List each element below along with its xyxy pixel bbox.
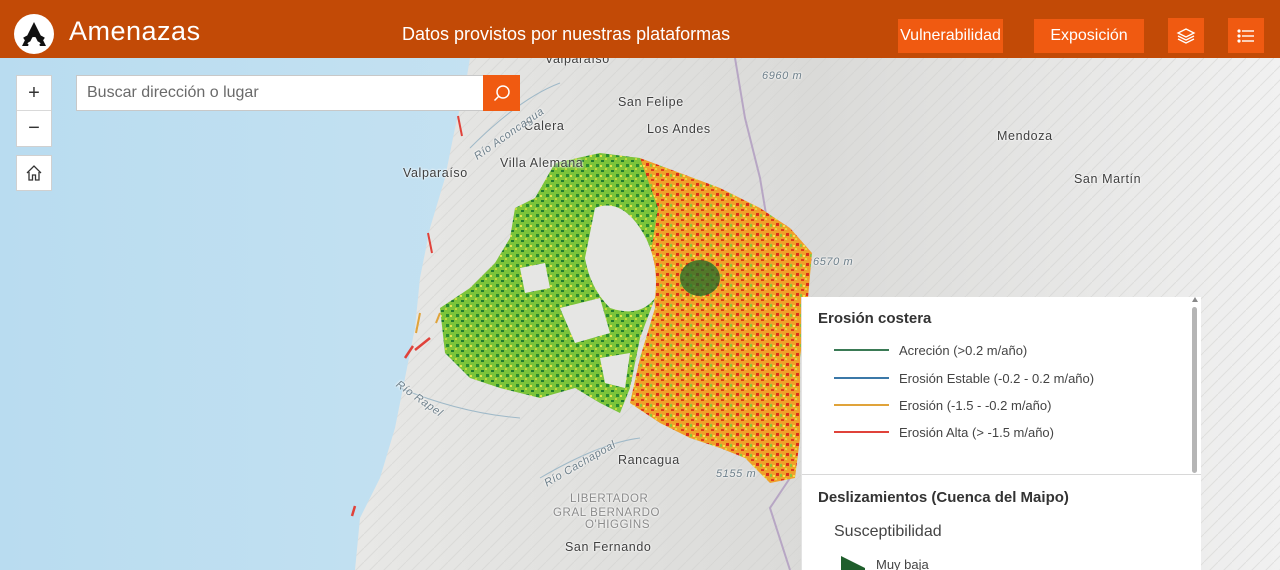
legend-panel[interactable]: Erosión costera Acreción (>0.2 m/año) Er… (801, 297, 1201, 570)
region-label: GRAL BERNARDO (553, 507, 661, 519)
place-label: Los Andes (647, 122, 711, 136)
search-input[interactable] (77, 76, 485, 110)
zoom-in-button[interactable]: + (17, 76, 51, 111)
place-label: Villa Alemana (500, 156, 584, 170)
legend-item: Erosión Alta (> -1.5 m/año) (834, 423, 1054, 441)
home-icon (26, 165, 42, 181)
legend-scrollbar[interactable] (1192, 307, 1197, 473)
legend-item: Erosión (-1.5 - -0.2 m/año) (834, 396, 1051, 414)
search-box (76, 75, 520, 111)
zoom-control: + − (16, 75, 52, 147)
place-label: San Fernando (565, 540, 652, 554)
scroll-up-arrow[interactable] (1192, 297, 1198, 302)
place-label: Rancagua (618, 453, 680, 467)
elevation-label: 5155 m (716, 468, 757, 480)
legend-divider (802, 474, 1201, 475)
list-icon[interactable] (1228, 18, 1264, 53)
place-label: Valparaíso (545, 58, 610, 66)
region-label: O'HIGGINS (585, 519, 651, 531)
legend-swatch (834, 349, 889, 351)
layers-icon[interactable] (1168, 18, 1204, 53)
place-label: Mendoza (997, 129, 1053, 143)
home-button[interactable] (16, 155, 52, 191)
legend-swatch (834, 404, 889, 406)
vulnerabilidad-button[interactable]: Vulnerabilidad (898, 19, 1003, 53)
app-title: Amenazas (69, 16, 201, 46)
elevation-label: 6570 m (813, 256, 854, 268)
search-button[interactable] (483, 75, 520, 111)
legend-swatch (841, 556, 865, 570)
region-label: LIBERTADOR (570, 493, 649, 505)
search-icon (493, 85, 510, 102)
legend-subtitle: Susceptibilidad (834, 523, 942, 540)
zoom-out-button[interactable]: − (17, 111, 51, 146)
legend-item: Muy baja (840, 555, 929, 570)
exposicion-button[interactable]: Exposición (1034, 19, 1144, 53)
place-label: San Felipe (618, 95, 684, 109)
legend-swatch (834, 431, 889, 433)
legend-swatch (834, 377, 889, 379)
app-logo (14, 14, 54, 54)
place-label: San Martín (1074, 172, 1142, 186)
place-label: Valparaíso (403, 166, 468, 180)
legend-item: Erosión Estable (-0.2 - 0.2 m/año) (834, 369, 1094, 387)
header-subtitle: Datos provistos por nuestras plataformas (402, 24, 731, 44)
legend-section-title: Deslizamientos (Cuenca del Maipo) (818, 489, 1069, 506)
app-header: Amenazas Datos provistos por nuestras pl… (0, 0, 1280, 58)
elevation-label: 6960 m (762, 70, 803, 82)
legend-section-title: Erosión costera (818, 310, 932, 327)
legend-item: Acreción (>0.2 m/año) (834, 341, 1027, 359)
